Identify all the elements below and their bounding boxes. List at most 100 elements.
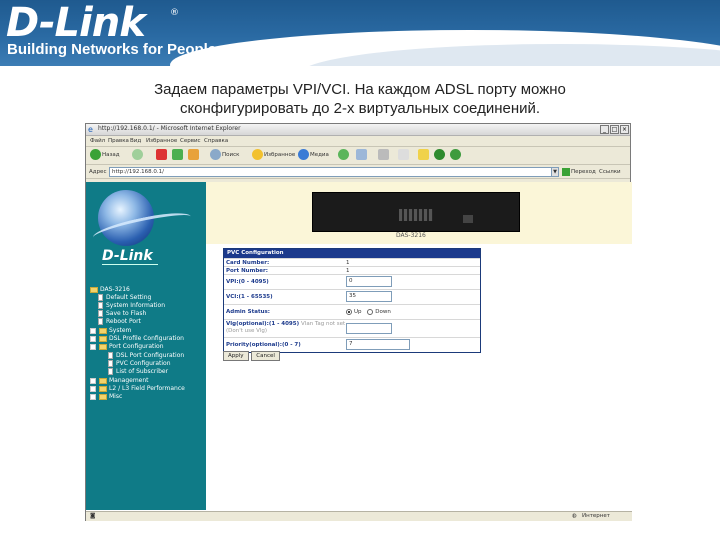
expand-icon[interactable]: [90, 385, 96, 392]
expand-icon[interactable]: [90, 393, 96, 400]
close-button[interactable]: ×: [620, 125, 629, 134]
go-button[interactable]: Переход: [562, 167, 596, 177]
cancel-button[interactable]: Cancel: [251, 351, 280, 361]
favorites-button[interactable]: Избранное: [252, 149, 295, 162]
document-icon: [108, 352, 113, 359]
panel-logo: D-Link: [102, 248, 153, 264]
vlan-row: Vlg(optional):(1 - 4095) Vlan Tag not se…: [224, 319, 480, 337]
admin-down-radio[interactable]: [367, 308, 374, 315]
vci-input[interactable]: 35: [346, 291, 392, 302]
apply-button[interactable]: Apply: [223, 351, 249, 361]
address-dropdown[interactable]: ▼: [551, 167, 559, 177]
ie-icon: e: [88, 125, 93, 134]
tree-item-misc[interactable]: Misc: [90, 393, 122, 401]
device-ports: [399, 209, 433, 221]
menu-edit[interactable]: Правка: [108, 138, 129, 144]
back-button[interactable]: Назад: [90, 149, 120, 162]
menu-tools[interactable]: Сервис: [180, 138, 201, 144]
pvc-table-header: PVC Configuration: [224, 249, 480, 258]
media-button[interactable]: Медиа: [298, 149, 329, 162]
tree-item-reboot-port[interactable]: Reboot Port: [98, 318, 141, 326]
port-number-row: Port Number: 1: [224, 266, 480, 274]
collapse-icon[interactable]: [90, 343, 96, 350]
folder-icon: [99, 327, 107, 334]
document-icon: [98, 302, 103, 309]
folder-icon: [418, 149, 429, 160]
back-label: Назад: [102, 152, 120, 158]
search-button[interactable]: Поиск: [210, 149, 239, 162]
device-image: [312, 192, 520, 232]
vlan-label: Vlg(optional):(1 - 4095): [226, 321, 300, 327]
tree-item-label: System Information: [106, 302, 166, 309]
tree-item-performance[interactable]: L2 / L3 Field Performance: [90, 385, 185, 393]
media-icon: [298, 149, 309, 160]
tree-item-label: PVC Configuration: [116, 360, 171, 367]
priority-row: Priority(optional):(0 - 7) 7: [224, 337, 480, 352]
history-button[interactable]: [338, 149, 350, 162]
menu-view[interactable]: Вид: [130, 138, 141, 144]
vci-row: VCI:(1 - 65535) 35: [224, 289, 480, 304]
messenger-button[interactable]: [418, 149, 430, 162]
expand-icon[interactable]: [90, 327, 96, 334]
device-banner: DAS-3216: [206, 182, 632, 244]
tree-item-management[interactable]: Management: [90, 377, 149, 385]
document-icon: [98, 318, 103, 325]
browser-window: e http://192.168.0.1/ - Microsoft Intern…: [85, 123, 632, 521]
root-folder-icon: [90, 286, 98, 293]
browser-toolbar: Назад Поиск Избранное Медиа: [86, 147, 630, 165]
refresh-button[interactable]: [172, 149, 184, 162]
tree-item-label: Port Configuration: [109, 343, 164, 350]
tree-item-system-information[interactable]: System Information: [98, 302, 165, 310]
vpi-input[interactable]: 0: [346, 276, 392, 287]
media-label: Медиа: [310, 152, 329, 158]
tree-item-label: System: [109, 327, 132, 334]
favorites-label: Избранное: [264, 152, 296, 158]
expand-icon[interactable]: [90, 335, 96, 342]
tree-item-root[interactable]: DAS-3216: [90, 286, 130, 294]
menu-favorites[interactable]: Избранное: [146, 138, 177, 144]
mail-button[interactable]: [356, 149, 368, 162]
tree-item-default-setting[interactable]: Default Setting: [98, 294, 151, 302]
form-buttons: Apply Cancel: [223, 351, 281, 361]
card-number-row: Card Number: 1: [224, 258, 480, 266]
pvc-configuration-table: PVC Configuration Card Number: 1 Port Nu…: [223, 248, 481, 353]
tree-item-pvc-configuration[interactable]: PVC Configuration: [108, 360, 171, 368]
tool-button-1[interactable]: [434, 149, 446, 162]
home-button[interactable]: [188, 149, 200, 162]
history-icon: [338, 149, 349, 160]
address-input[interactable]: http://192.168.0.1/: [109, 167, 557, 177]
stop-button[interactable]: [156, 149, 168, 162]
admin-up-radio[interactable]: [346, 308, 352, 315]
slide-caption: Задаем параметры VPI/VCI. На каждом ADSL…: [90, 80, 630, 118]
device-console-port: [463, 215, 473, 223]
go-arrow-icon: [562, 167, 570, 176]
admin-status-label: Admin Status:: [226, 309, 270, 315]
tree-item-dsl-port-configuration[interactable]: DSL Port Configuration: [108, 352, 184, 360]
menu-help[interactable]: Справка: [204, 138, 228, 144]
tool-button-2[interactable]: [450, 149, 462, 162]
address-label: Адрес: [89, 169, 107, 175]
minimize-button[interactable]: _: [600, 125, 609, 134]
tree-item-system[interactable]: System: [90, 327, 131, 335]
edit-icon: [398, 149, 409, 160]
vci-label: VCI:(1 - 65535): [226, 294, 273, 300]
tree-item-dsl-profile[interactable]: DSL Profile Configuration: [90, 335, 184, 343]
expand-icon[interactable]: [90, 377, 96, 384]
links-button[interactable]: Ссылки: [599, 167, 621, 177]
tree-item-label: Misc: [109, 393, 123, 400]
tree-item-save-to-flash[interactable]: Save to Flash: [98, 310, 146, 318]
tree-item-list-of-subscriber[interactable]: List of Subscriber: [108, 368, 168, 376]
print-button[interactable]: [378, 149, 390, 162]
tree-item-port-configuration[interactable]: Port Configuration: [90, 343, 164, 351]
mail-icon: [356, 149, 367, 160]
globe-icon: ◍: [572, 513, 577, 519]
maximize-button[interactable]: □: [610, 125, 619, 134]
refresh-icon: [172, 149, 183, 160]
edit-button[interactable]: [398, 149, 410, 162]
priority-input[interactable]: 7: [346, 339, 410, 350]
forward-button[interactable]: [132, 149, 144, 162]
status-bar: ◙ ◍ Интернет: [86, 511, 632, 521]
back-arrow-icon: [90, 149, 101, 160]
vlan-input[interactable]: [346, 323, 392, 334]
menu-file[interactable]: Файл: [90, 138, 105, 144]
